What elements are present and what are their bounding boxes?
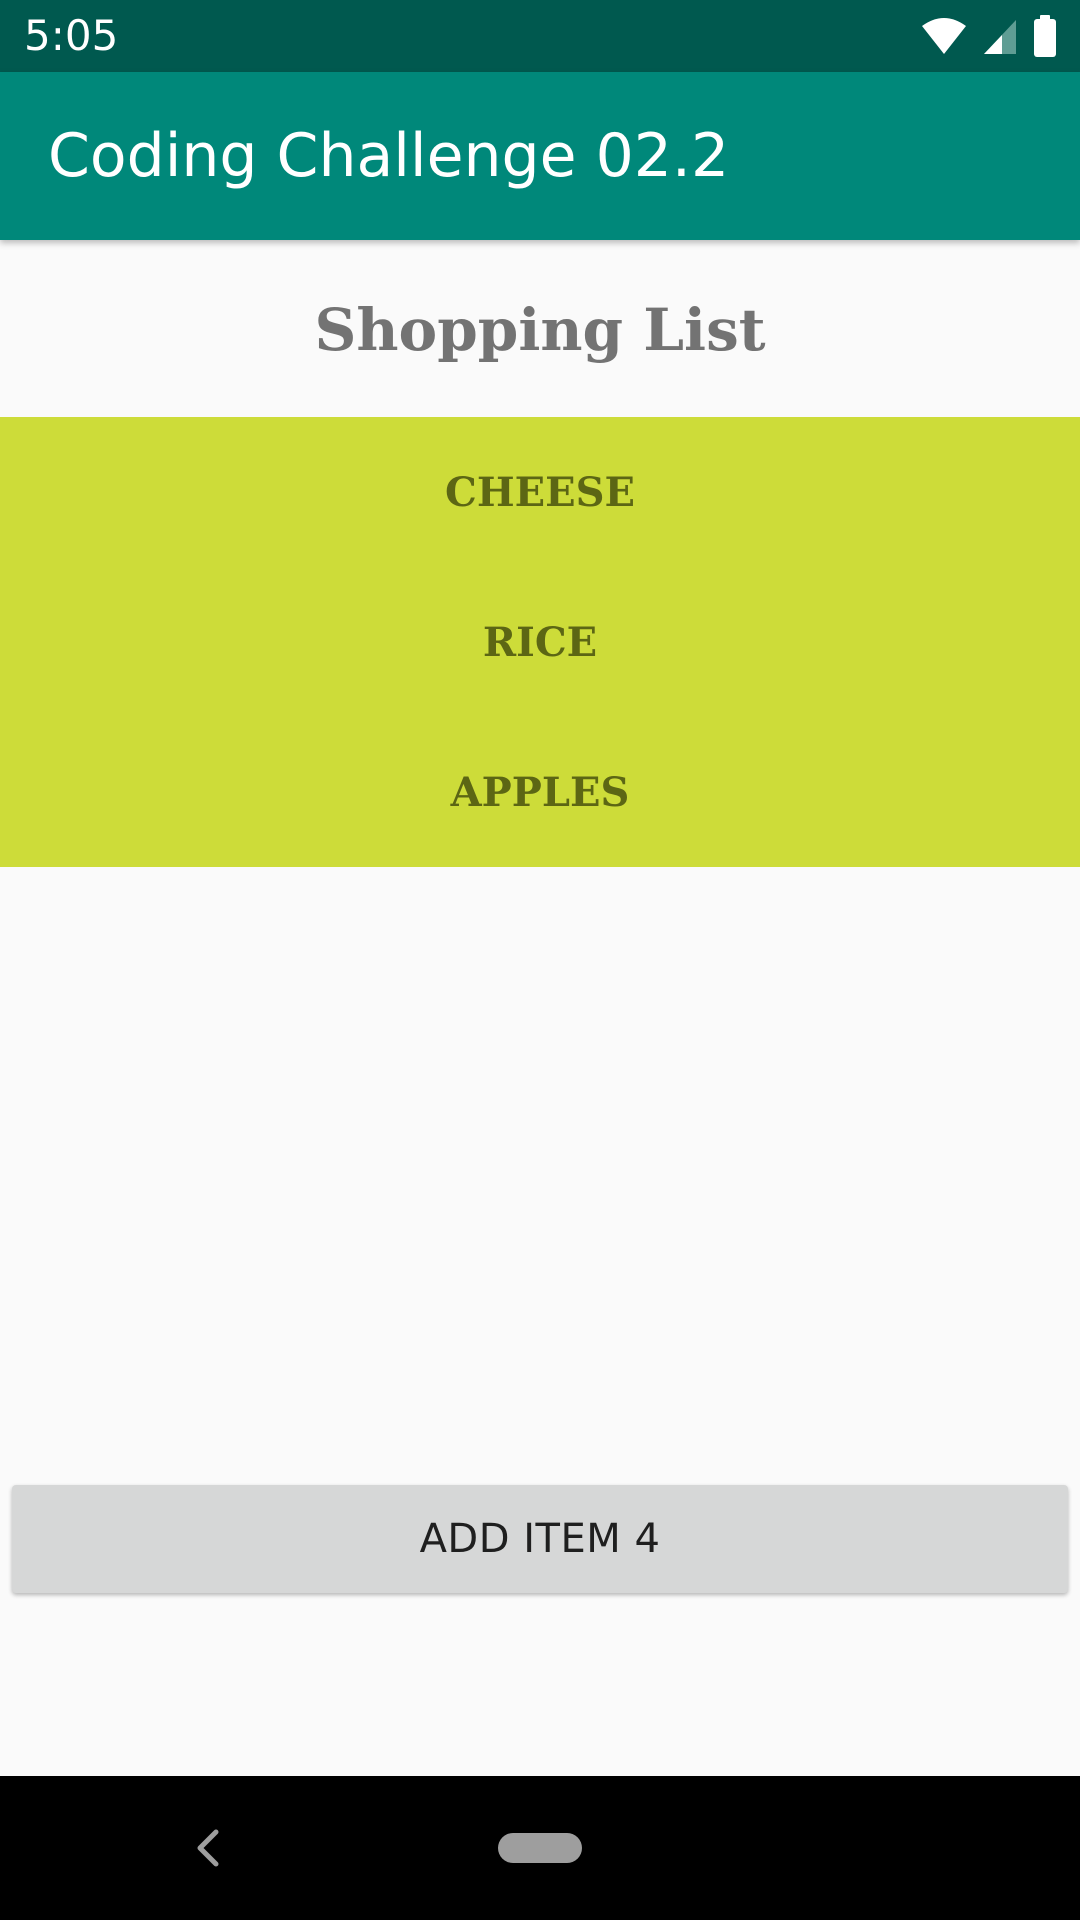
status-icons [920,14,1058,58]
home-pill-icon[interactable] [498,1833,582,1863]
list-item: RICE [482,618,598,666]
app-bar: Coding Challenge 02.2 [0,72,1080,240]
shopping-list: CHEESE RICE APPLES [0,417,1080,867]
battery-icon [1032,15,1058,57]
status-bar: 5:05 [0,0,1080,72]
status-time: 5:05 [24,11,119,60]
add-item-button[interactable]: ADD ITEM 4 [12,1485,1068,1593]
signal-icon [982,16,1018,56]
app-title: Coding Challenge 02.2 [48,121,730,191]
wifi-icon [920,16,968,56]
list-item: APPLES [450,768,630,816]
list-heading: Shopping List [314,296,766,364]
back-icon[interactable] [190,1824,226,1872]
list-item: CHEESE [445,468,635,516]
navigation-bar [0,1776,1080,1920]
